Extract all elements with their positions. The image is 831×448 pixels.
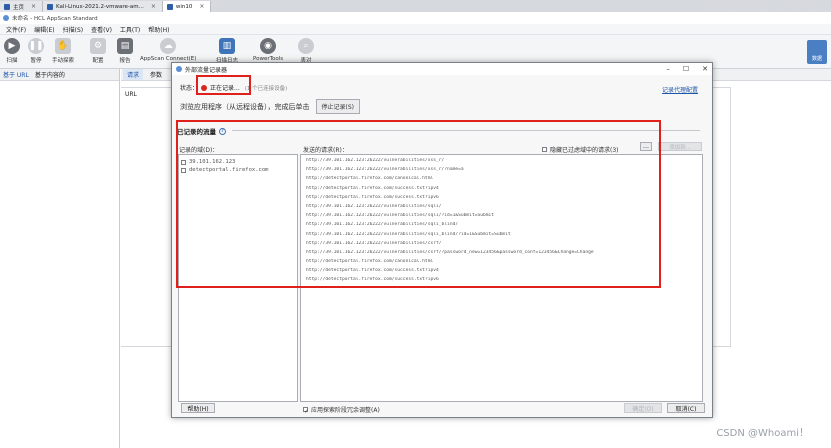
data-panel-button[interactable]: 数据 xyxy=(807,40,827,64)
scan-button-label: 扫描 xyxy=(6,58,18,64)
vm-tab-label: Kali-Linux-2021.2-vmware-am... xyxy=(56,3,144,10)
window-controls: – ☐ ✕ xyxy=(666,65,708,73)
close-icon[interactable]: ✕ xyxy=(702,65,708,73)
menu-file[interactable]: 文件(F) xyxy=(6,25,26,34)
app-titlebar: 未命名 - HCL AppScan Standard xyxy=(0,12,831,24)
vm-icon xyxy=(47,3,54,10)
appscan-logo-icon xyxy=(3,15,9,21)
csdn-watermark: CSDN @Whoami！ xyxy=(716,428,809,439)
wrench-icon: ⚙ xyxy=(90,38,106,54)
url-column-header: URL xyxy=(125,91,137,98)
maximize-icon[interactable]: ☐ xyxy=(683,65,689,73)
menu-help[interactable]: 帮助(H) xyxy=(148,25,169,34)
config-button-label: 配置 xyxy=(92,58,104,64)
traffic-recorder-dialog: 外部流量记录器 – ☐ ✕ 状态： 正在记录... (1 个已连接设备) 记录代… xyxy=(171,62,713,418)
scan-log-button[interactable]: ▥ 扫描日志 xyxy=(216,38,238,64)
hand-icon: ✋ xyxy=(55,38,71,54)
disc-icon: ◉ xyxy=(260,38,277,54)
menu-tools[interactable]: 工具(T) xyxy=(120,25,140,34)
dialog-footer: 帮助(H) ✓ 应用探索阶段冗余调整(A) 确定(O) 取消(C) xyxy=(172,401,712,417)
left-panel: 基于 URL 基于内容的 xyxy=(0,69,120,448)
close-icon[interactable]: × xyxy=(199,3,204,10)
cancel-button[interactable]: 取消(C) xyxy=(667,403,705,413)
report-button-label: 报告 xyxy=(119,58,131,64)
cloud-icon: ☁ xyxy=(160,38,177,54)
menu-view[interactable]: 查看(V) xyxy=(91,25,112,34)
play-icon: ▶ xyxy=(4,38,20,54)
tab-url-based[interactable]: 基于 URL xyxy=(3,70,29,79)
tab-requests[interactable]: 请求 xyxy=(123,69,144,80)
tab-content-based[interactable]: 基于内容的 xyxy=(35,70,65,79)
magnifier-icon: ⌕ xyxy=(298,38,314,54)
dialog-title: 外部流量记录器 xyxy=(185,66,228,74)
manual-explore-button[interactable]: ✋ 手动探索 xyxy=(52,38,74,64)
auto-adjust-option[interactable]: ✓ 应用探索阶段冗余调整(A) xyxy=(303,405,380,415)
minimize-icon[interactable]: – xyxy=(666,65,670,73)
compare-button[interactable]: ⌕ 表对 xyxy=(298,38,314,64)
manual-explore-label: 手动探索 xyxy=(52,58,75,64)
vm-tab-kali[interactable]: Kali-Linux-2021.2-vmware-am... × xyxy=(43,1,163,12)
auto-adjust-checkbox[interactable]: ✓ xyxy=(303,407,309,415)
menu-scan[interactable]: 扫描(S) xyxy=(63,25,84,34)
pause-button-label: 暂停 xyxy=(30,58,42,64)
vm-icon xyxy=(166,3,173,10)
tab-parameters[interactable]: 参数 xyxy=(146,69,166,80)
appscan-connect-button[interactable]: ☁ AppScan Connect(E) xyxy=(140,38,196,62)
vm-tab-label: 主页 xyxy=(13,4,25,11)
dialog-titlebar: 外部流量记录器 xyxy=(172,63,712,75)
pause-icon: ❚❚ xyxy=(28,38,44,54)
ok-button[interactable]: 确定(O) xyxy=(624,403,662,413)
home-icon xyxy=(4,3,10,10)
recording-highlight-box xyxy=(196,75,251,95)
report-icon: ▤ xyxy=(117,38,133,54)
proxy-config-link[interactable]: 记录代理配置 xyxy=(662,85,698,94)
vm-tab-win10[interactable]: win10 × xyxy=(162,1,212,12)
left-panel-tabs: 基于 URL 基于内容的 xyxy=(0,69,119,81)
config-button[interactable]: ⚙ 配置 xyxy=(90,38,106,64)
help-button[interactable]: 帮助(H) xyxy=(181,403,215,413)
data-panel-label: 数据 xyxy=(811,56,822,62)
vm-tab-bar: 主页 × Kali-Linux-2021.2-vmware-am... × wi… xyxy=(0,0,831,12)
powertools-button[interactable]: ◉ PowerTools xyxy=(253,38,283,62)
connected-device-count: (1 个已连接设备) xyxy=(244,85,288,92)
menu-edit[interactable]: 编辑(E) xyxy=(34,25,54,34)
app-title: 未命名 - HCL AppScan Standard xyxy=(12,16,98,22)
pause-button[interactable]: ❚❚ 暂停 xyxy=(28,38,44,64)
close-icon[interactable]: × xyxy=(31,3,36,10)
menu-bar: 文件(F) 编辑(E) 扫描(S) 查看(V) 工具(T) 帮助(H) xyxy=(0,24,831,35)
scan-button[interactable]: ▶ 扫描 xyxy=(4,38,20,64)
close-icon[interactable]: × xyxy=(151,3,156,10)
add-to-button[interactable]: 添加到... xyxy=(658,142,702,151)
report-button[interactable]: ▤ 报告 xyxy=(117,38,133,64)
log-icon: ▥ xyxy=(219,38,235,54)
instruction-row: 浏览应用程序（从远程设备），完成后单击 停止记录(S) xyxy=(180,99,360,114)
auto-adjust-label: 应用探索阶段冗余调整(A) xyxy=(311,407,380,414)
vm-tab-label: win10 xyxy=(175,3,193,10)
stop-recording-button[interactable]: 停止记录(S) xyxy=(315,99,360,114)
recorded-traffic-highlight-box xyxy=(176,120,661,288)
vm-tab-home[interactable]: 主页 × xyxy=(0,1,44,12)
instruction-text: 浏览应用程序（从远程设备），完成后单击 xyxy=(180,102,310,111)
appscan-logo-icon xyxy=(176,66,182,72)
